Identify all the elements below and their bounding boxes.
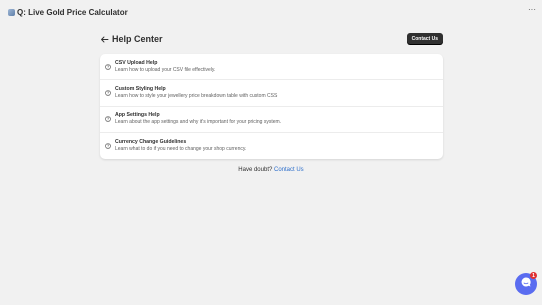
help-item-description: Learn what to do if you need to change y… [115,145,247,152]
page-header: Help Center Contact Us [100,32,443,46]
contact-us-button[interactable]: Contact Us [406,33,443,44]
footer-contact-link[interactable]: Contact Us [274,167,304,173]
help-item-app-settings[interactable]: App Settings Help Learn about the app se… [100,107,443,133]
question-circle-icon [105,116,111,122]
help-item-title: CSV Upload Help [115,59,158,66]
more-horizontal-icon[interactable]: ··· [528,6,536,14]
help-footer: Have doubt? Contact Us [0,167,542,173]
help-item-description: Learn how to style your jewellery price … [115,92,278,99]
help-item-currency-change[interactable]: Currency Change Guidelines Learn what to… [100,133,443,159]
help-list-card: CSV Upload Help Learn how to upload your… [100,54,443,159]
question-circle-icon [105,63,111,70]
help-item-description: Learn how to upload your CSV file effect… [115,66,216,73]
question-circle-icon [105,143,111,149]
question-circle-icon [105,90,111,96]
help-item-csv-upload[interactable]: CSV Upload Help Learn how to upload your… [100,54,443,81]
back-arrow-icon[interactable] [100,35,109,44]
app-title: Q: Live Gold Price Calculator [17,7,128,17]
footer-prefix: Have doubt? [238,167,273,173]
help-item-title: Custom Styling Help [115,85,166,92]
notification-badge: 1 [530,272,537,279]
help-item-title: App Settings Help [115,112,160,119]
app-header: Q: Live Gold Price Calculator ··· [0,0,542,24]
app-logo-icon [8,8,15,16]
page-title: Help Center [112,34,163,44]
help-item-description: Learn about the app settings and why it'… [115,119,282,126]
help-item-custom-styling[interactable]: Custom Styling Help Learn how to style y… [100,80,443,107]
help-item-title: Currency Change Guidelines [115,138,187,145]
